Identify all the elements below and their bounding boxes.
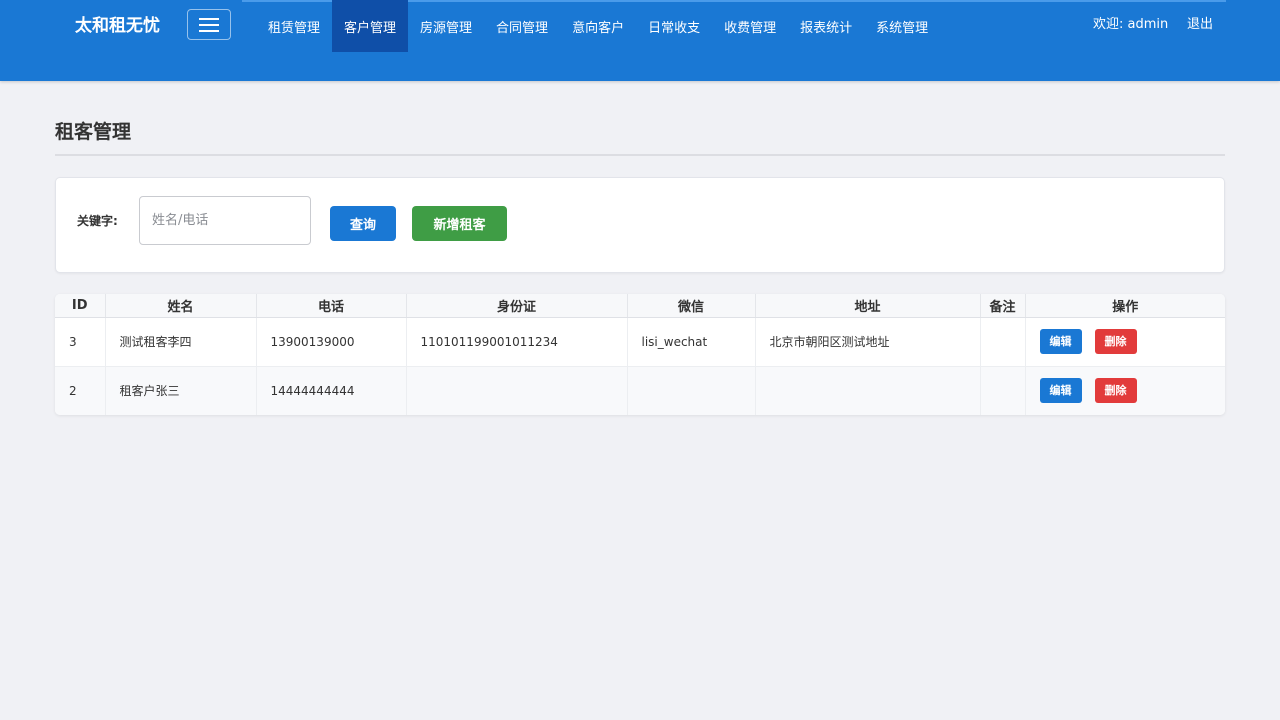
cell-id-card [406, 366, 628, 415]
table-row: 2 租客户张三 14444444444 编辑 删除 [55, 366, 1225, 415]
delete-button[interactable]: 删除 [1094, 329, 1137, 354]
column-header-id: ID [55, 294, 106, 318]
nav-item-prospects[interactable]: 意向客户 [560, 0, 636, 52]
cell-address: 北京市朝阳区测试地址 [755, 317, 981, 367]
cell-address [755, 366, 981, 415]
hamburger-menu-icon[interactable] [187, 9, 231, 40]
column-header-name: 姓名 [105, 294, 257, 318]
nav-item-contracts[interactable]: 合同管理 [484, 0, 560, 52]
tenant-table-card: ID 姓名 电话 身份证 微信 地址 备注 操作 3 测试租客李四 139001… [55, 294, 1225, 415]
welcome-text: 欢迎: admin [1093, 17, 1169, 32]
table-header-row: ID 姓名 电话 身份证 微信 地址 备注 操作 [55, 294, 1225, 318]
nav-item-properties[interactable]: 房源管理 [408, 0, 484, 52]
cell-phone: 14444444444 [256, 366, 407, 415]
nav-item-billing[interactable]: 收费管理 [712, 0, 788, 52]
nav-item-daily-finance[interactable]: 日常收支 [636, 0, 712, 52]
edit-button[interactable]: 编辑 [1039, 329, 1082, 354]
keyword-label: 关键字: [77, 214, 118, 228]
edit-button[interactable]: 编辑 [1039, 378, 1082, 403]
tenant-table: ID 姓名 电话 身份证 微信 地址 备注 操作 3 测试租客李四 139001… [55, 294, 1225, 415]
top-navbar: 太和租无忧 租赁管理 客户管理 房源管理 合同管理 意向客户 日常收支 收费管理… [0, 0, 1280, 81]
page-title: 租客管理 [55, 121, 132, 143]
column-header-address: 地址 [755, 294, 981, 318]
add-tenant-button[interactable]: 新增租客 [412, 206, 507, 241]
column-header-wechat: 微信 [627, 294, 756, 318]
cell-name: 租客户张三 [105, 366, 257, 415]
query-button[interactable]: 查询 [330, 206, 396, 241]
column-header-id-card: 身份证 [406, 294, 628, 318]
cell-id: 2 [55, 366, 106, 415]
cell-wechat [627, 366, 756, 415]
nav-item-customers[interactable]: 客户管理 [332, 0, 409, 52]
cell-name: 测试租客李四 [105, 317, 257, 367]
column-header-actions: 操作 [1025, 294, 1225, 318]
cell-id: 3 [55, 317, 106, 367]
nav-item-reports[interactable]: 报表统计 [788, 0, 864, 52]
cell-note [980, 366, 1026, 415]
cell-wechat: lisi_wechat [627, 317, 756, 367]
main-nav: 租赁管理 客户管理 房源管理 合同管理 意向客户 日常收支 收费管理 报表统计 … [256, 0, 940, 52]
cell-id-card: 110101199001011234 [406, 317, 628, 367]
cell-phone: 13900139000 [256, 317, 407, 367]
brand-title[interactable]: 太和租无忧 [75, 14, 160, 38]
logout-link[interactable]: 退出 [1187, 16, 1213, 34]
column-header-note: 备注 [980, 294, 1026, 318]
column-header-phone: 电话 [256, 294, 407, 318]
nav-item-system[interactable]: 系统管理 [864, 0, 940, 52]
title-divider [55, 154, 1225, 156]
delete-button[interactable]: 删除 [1094, 378, 1137, 403]
cell-actions: 编辑 删除 [1025, 317, 1225, 367]
cell-note [980, 317, 1026, 367]
cell-actions: 编辑 删除 [1025, 366, 1225, 415]
search-panel: 关键字: 查询 新增租客 [55, 177, 1225, 273]
nav-item-leasing[interactable]: 租赁管理 [256, 0, 332, 52]
table-row: 3 测试租客李四 13900139000 110101199001011234 … [55, 317, 1225, 367]
keyword-search-input[interactable] [139, 196, 311, 245]
